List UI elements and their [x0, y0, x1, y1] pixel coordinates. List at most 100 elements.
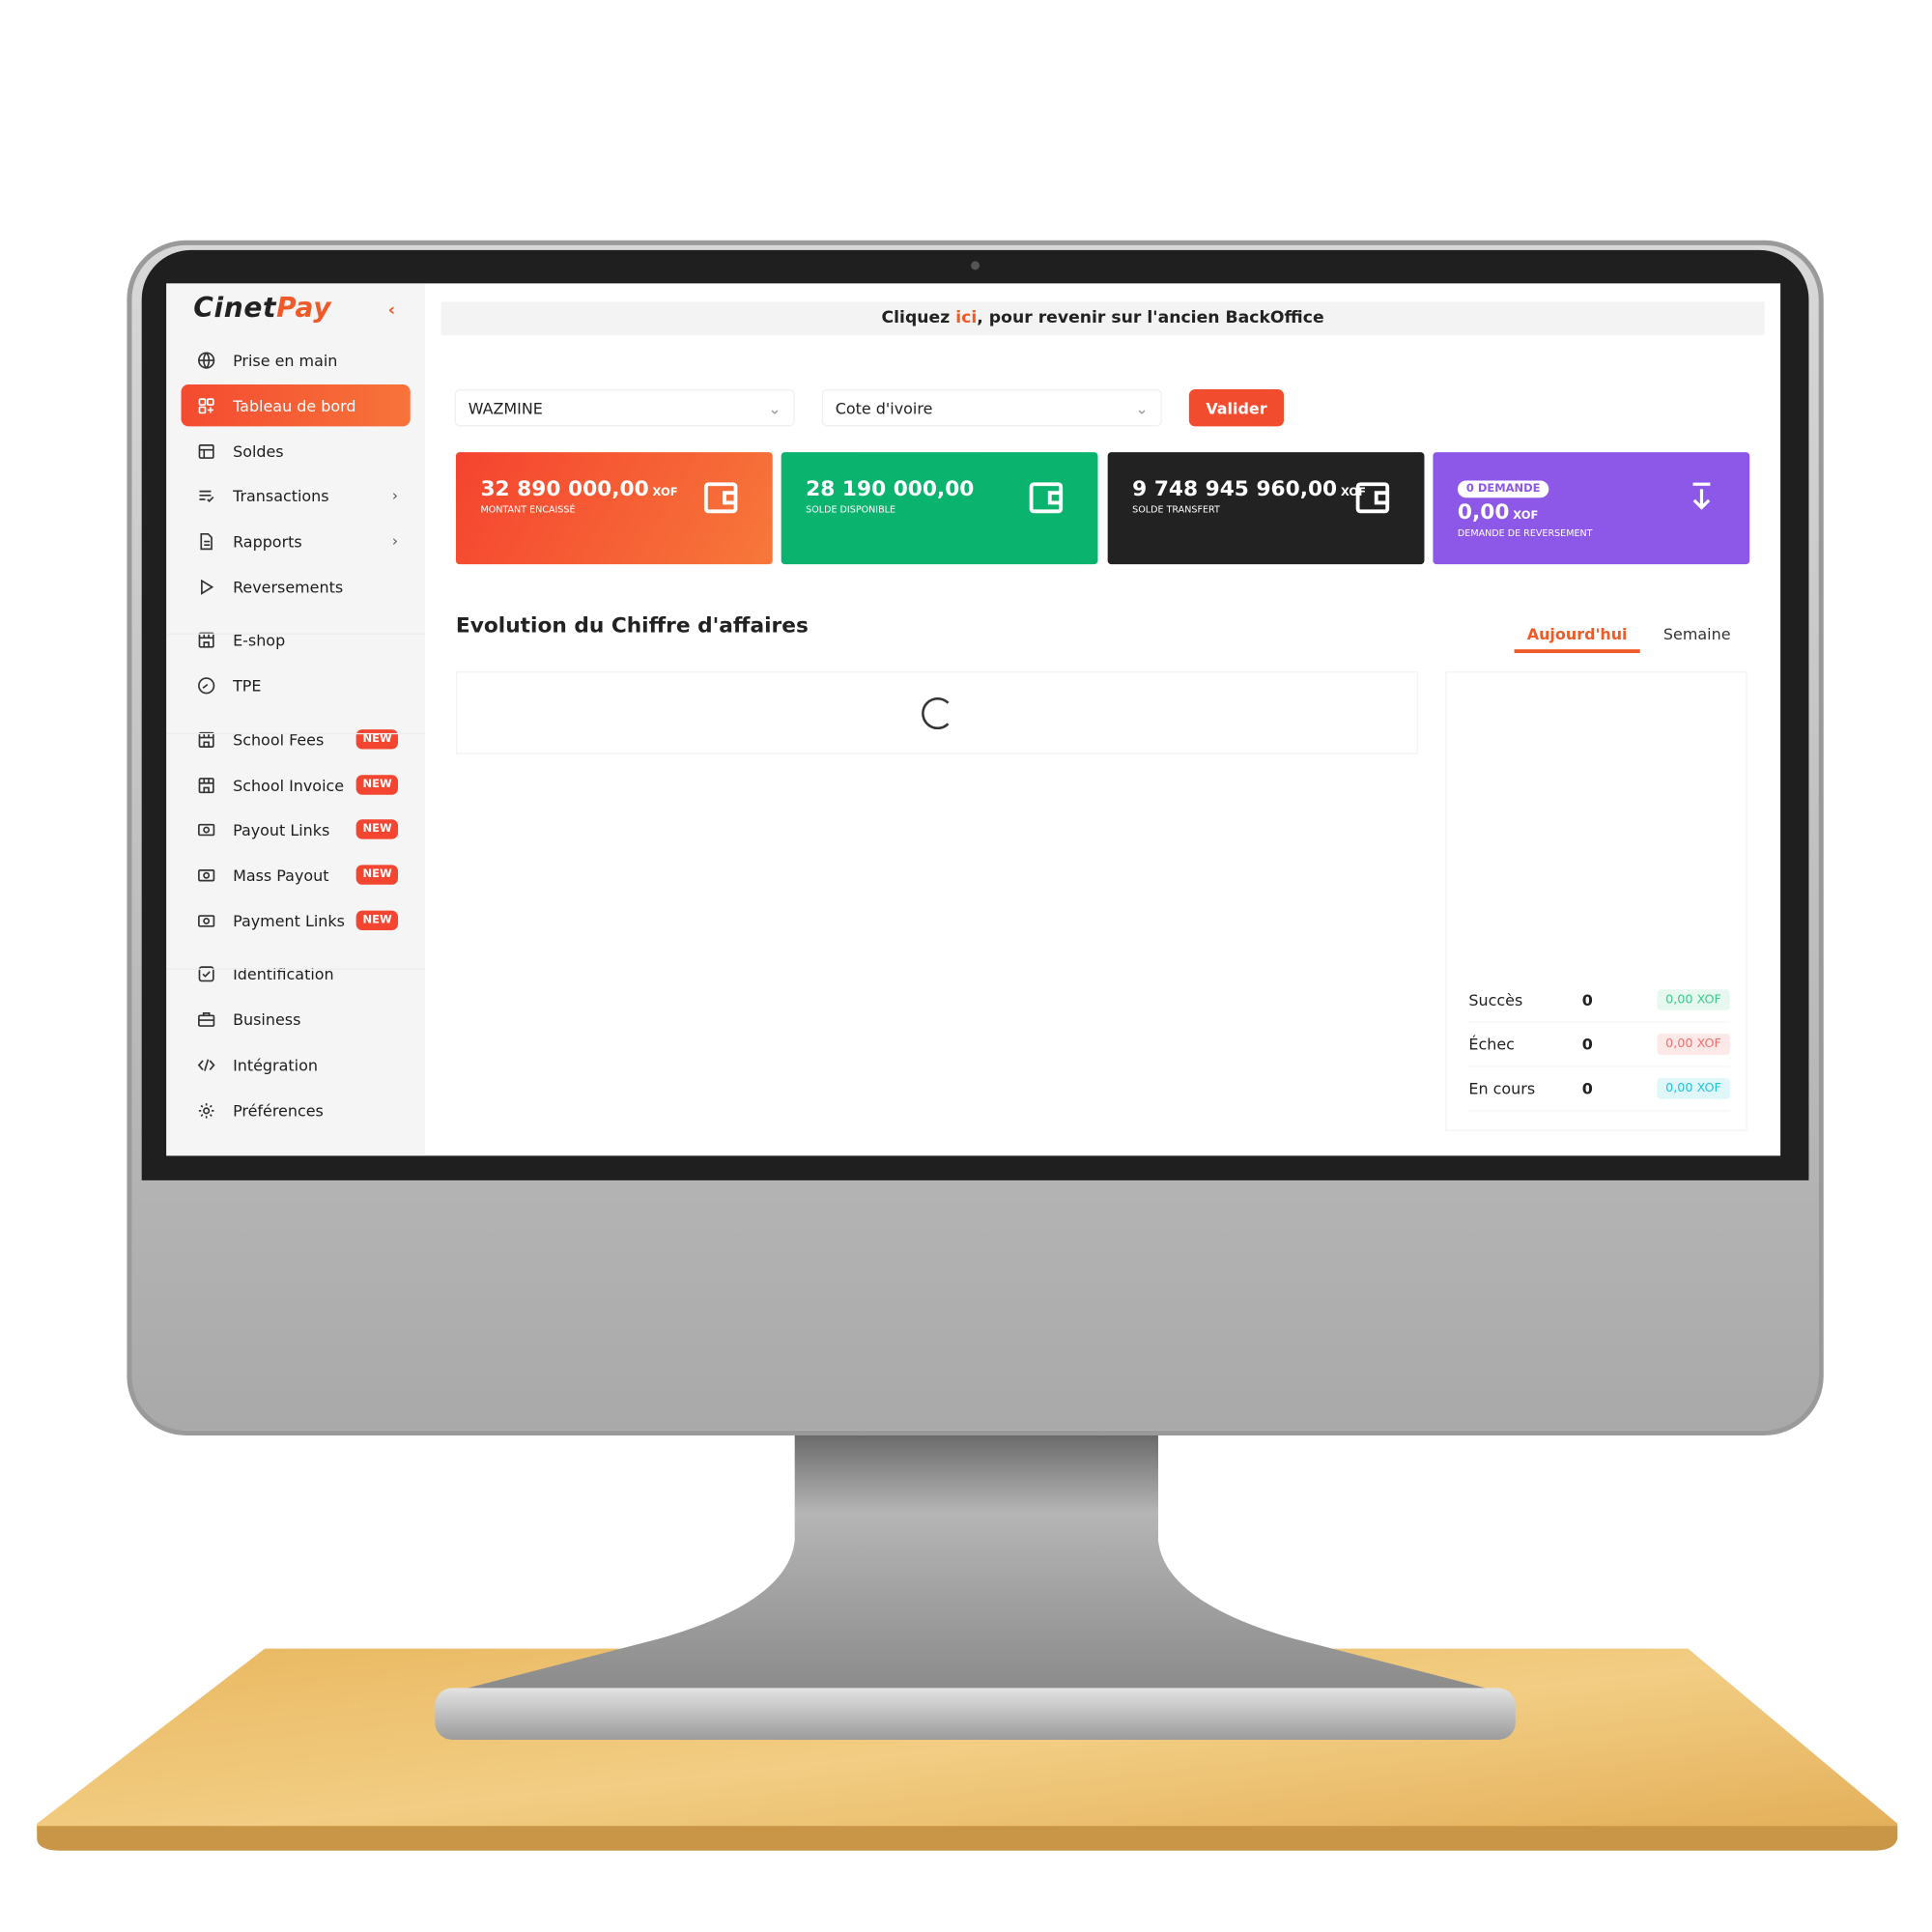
country-select[interactable]: Cote d'ivoire ⌄ [821, 389, 1162, 427]
status-label: En cours [1468, 1079, 1536, 1098]
wallet-icon [1355, 482, 1390, 518]
banner-text: Cliquez [881, 307, 956, 328]
sidebar-item-int-gration[interactable]: Intégration [181, 1043, 410, 1085]
money-icon [196, 911, 215, 930]
balance-card[interactable]: 9 748 945 960,00 XOF SOLDE TRANSFERT [1107, 452, 1425, 565]
sidebar-item-transactions[interactable]: Transactions › [181, 474, 410, 516]
code-icon [196, 1055, 215, 1074]
summary-row: Succès 0 0,00 XOF [1468, 979, 1730, 1023]
sidebar-item-prise-en-main[interactable]: Prise en main [181, 339, 410, 381]
sidebar: CinetPay ‹ Prise en main Tableau de bord S… [166, 283, 426, 1156]
camera-icon [971, 261, 980, 270]
balance-card[interactable]: 28 190 000,00 SOLDE DISPONIBLE [781, 452, 1098, 565]
sidebar-item-label: School Invoice [233, 775, 345, 795]
status-label: Échec [1468, 1035, 1515, 1054]
card-currency: XOF [652, 486, 678, 499]
new-badge: NEW [356, 865, 398, 885]
balance-card[interactable]: 0 DEMANDE 0,00 XOF DEMANDE DE REVERSEMENT [1433, 452, 1750, 565]
old-backoffice-link[interactable]: ici [955, 308, 977, 327]
sidebar-item-label: Reversements [233, 577, 344, 596]
sidebar-item-business[interactable]: Business [181, 998, 410, 1039]
divider [166, 633, 426, 635]
sidebar-item-label: Identification [233, 964, 334, 983]
logo-text: Cinet [193, 293, 277, 325]
new-badge: NEW [356, 910, 398, 931]
sidebar-item-label: Payout Links [233, 819, 330, 838]
status-amount-badge: 0,00 XOF [1657, 1034, 1730, 1055]
cinetpay-logo[interactable]: CinetPay [193, 294, 331, 325]
sidebar-item-mass-payout[interactable]: Mass Payout NEW [181, 854, 410, 895]
sidebar-item-tpe[interactable]: TPE [181, 664, 410, 705]
banner-text: , pour revenir sur l'ancien BackOffice [977, 307, 1324, 328]
store-icon [196, 775, 215, 794]
new-badge: NEW [356, 819, 398, 839]
request-count-pill: 0 DEMANDE [1457, 480, 1549, 498]
card-amount: 9 748 945 960,00 [1132, 476, 1338, 502]
sidebar-item-e-shop[interactable]: E-shop [181, 618, 410, 660]
check-square-icon [196, 963, 215, 982]
sidebar-item-label: Payment Links [233, 911, 345, 930]
download-arrow-icon[interactable] [1688, 482, 1715, 515]
sidebar-item-rapports[interactable]: Rapports › [181, 520, 410, 561]
summary-row: Échec 0 0,00 XOF [1468, 1023, 1730, 1067]
wallet-icon [196, 441, 215, 461]
sidebar-item-label: Tableau de bord [233, 396, 356, 415]
briefcase-icon [196, 1009, 215, 1029]
chevron-down-icon: ⌄ [768, 398, 781, 417]
divider [166, 968, 426, 970]
old-backoffice-banner: Cliquez ici, pour revenir sur l'ancien B… [440, 301, 1765, 335]
sidebar-item-pr-f-rences[interactable]: Préférences [181, 1090, 410, 1131]
sidebar-item-label: Soldes [233, 441, 284, 461]
balance-card[interactable]: 32 890 000,00 XOF MONTANT ENCAISSÉ [455, 452, 773, 565]
status-amount-badge: 0,00 XOF [1657, 989, 1730, 1010]
chevron-right-icon: › [391, 532, 398, 550]
chevron-down-icon: ⌄ [1135, 398, 1149, 417]
chart-area [455, 671, 1419, 754]
sidebar-item-label: Préférences [233, 1100, 324, 1120]
play-icon [196, 577, 215, 596]
status-label: Succès [1468, 990, 1523, 1009]
logo-text-accent: Pay [276, 293, 332, 325]
sidebar-item-tableau-de-bord[interactable]: Tableau de bord [181, 384, 411, 427]
status-count: 0 [1581, 1079, 1593, 1098]
sidebar-item-payout-links[interactable]: Payout Links NEW [181, 809, 410, 850]
loading-spinner-icon [922, 696, 954, 730]
collapse-sidebar-icon[interactable]: ‹ [388, 300, 395, 320]
chart-title: Evolution du Chiffre d'affaires [455, 613, 809, 639]
summary-panel: Succès 0 0,00 XOF Échec 0 0,00 XOF En cours 0 0,… [1445, 671, 1747, 1131]
tab-week[interactable]: Semaine [1663, 625, 1731, 643]
money-icon [196, 865, 215, 884]
card-amount: 0,00 [1457, 499, 1510, 526]
sidebar-item-reversements[interactable]: Reversements [181, 565, 410, 607]
sidebar-item-identification[interactable]: Identification [181, 952, 410, 994]
document-icon [196, 531, 215, 551]
validate-button[interactable]: Valider [1188, 389, 1285, 427]
list-check-icon [196, 486, 215, 505]
merchant-select[interactable]: WAZMINE ⌄ [454, 389, 795, 427]
sidebar-item-school-fees[interactable]: School Fees NEW [181, 719, 410, 760]
sidebar-item-school-invoice[interactable]: School Invoice NEW [181, 764, 410, 806]
dashboard-icon [196, 395, 215, 414]
wallet-icon [703, 482, 738, 518]
status-count: 0 [1581, 990, 1593, 1009]
status-amount-badge: 0,00 XOF [1657, 1078, 1730, 1099]
sidebar-item-label: Rapports [233, 531, 302, 551]
sidebar-item-label: TPE [233, 675, 262, 695]
card-currency: XOF [1513, 510, 1539, 523]
sidebar-item-soldes[interactable]: Soldes [181, 430, 410, 471]
merchant-value: WAZMINE [468, 398, 543, 417]
tab-today[interactable]: Aujourd'hui [1514, 625, 1640, 654]
status-count: 0 [1581, 1035, 1593, 1054]
new-badge: NEW [356, 775, 398, 795]
money-icon [196, 819, 215, 838]
card-amount: 28 190 000,00 [806, 476, 975, 502]
country-value: Cote d'ivoire [835, 398, 933, 417]
sidebar-item-payment-links[interactable]: Payment Links NEW [181, 899, 410, 941]
sidebar-item-label: Transactions [233, 486, 329, 505]
sidebar-item-label: Mass Payout [233, 866, 329, 885]
sidebar-item-label: Intégration [233, 1055, 318, 1074]
sidebar-item-label: Business [233, 1009, 301, 1029]
globe-icon [196, 350, 215, 369]
summary-row: En cours 0 0,00 XOF [1468, 1067, 1730, 1112]
gauge-icon [196, 675, 215, 695]
